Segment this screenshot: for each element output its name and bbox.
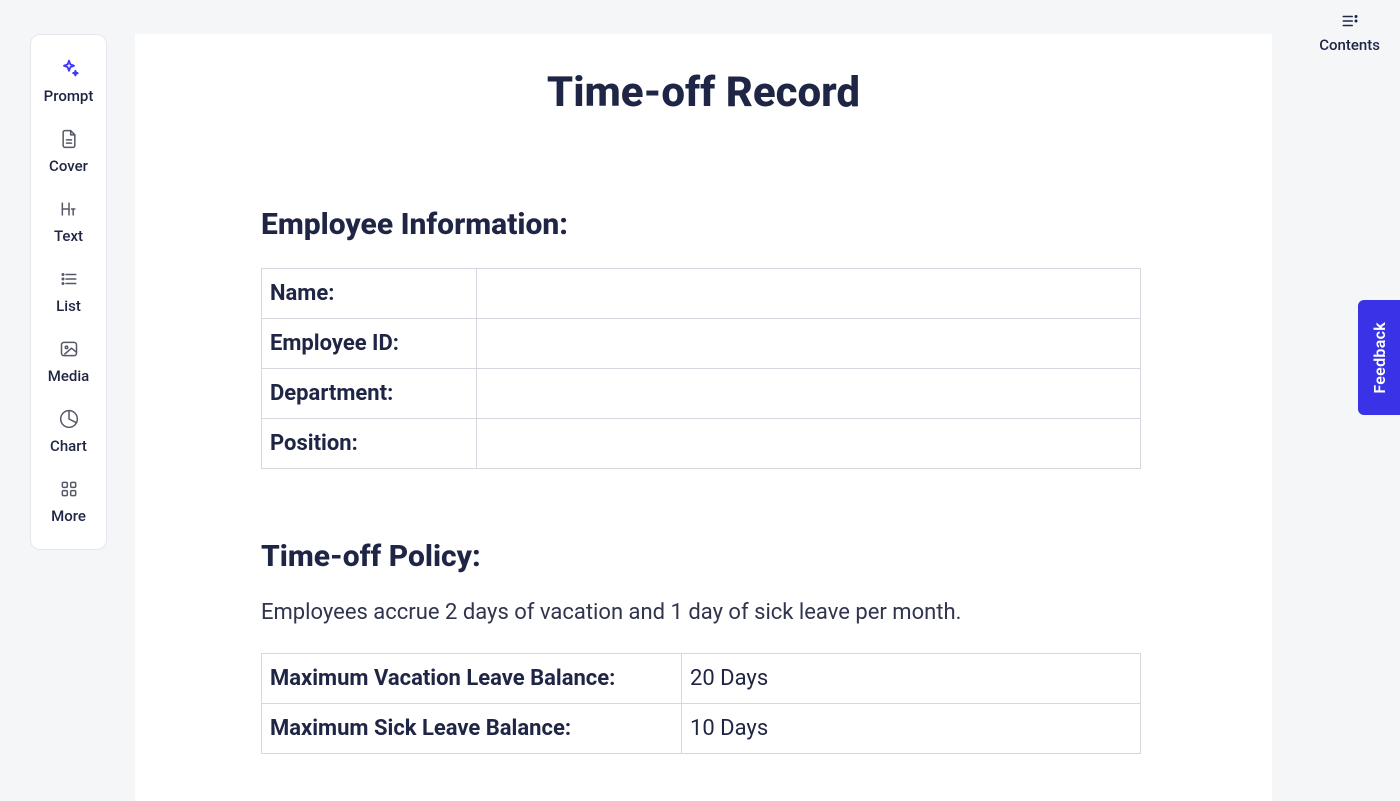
sidebar-item-label: More xyxy=(51,507,86,525)
document-body: Employee Information: Name: Employee ID:… xyxy=(261,207,1141,754)
contents-label: Contents xyxy=(1319,36,1380,54)
sidebar-item-label: Cover xyxy=(49,157,88,175)
contents-icon xyxy=(1339,10,1361,32)
sidebar-item-prompt[interactable]: Prompt xyxy=(31,47,106,117)
sparkle-icon xyxy=(57,57,81,81)
document-inner: Time-off Record Employee Information: Na… xyxy=(135,34,1272,754)
sidebar-item-label: Chart xyxy=(50,437,87,455)
table-cell-key: Employee ID: xyxy=(262,319,477,369)
sidebar-item-label: List xyxy=(56,297,81,315)
table-cell-key: Maximum Vacation Leave Balance: xyxy=(262,654,682,704)
image-icon xyxy=(57,337,81,361)
sidebar-item-cover[interactable]: Cover xyxy=(31,117,106,187)
feedback-tab[interactable]: Feedback xyxy=(1358,300,1400,415)
table-row[interactable]: Department: xyxy=(262,369,1141,419)
policy-heading: Time-off Policy: xyxy=(261,539,1141,574)
pie-chart-icon xyxy=(57,407,81,431)
sidebar-item-media[interactable]: Media xyxy=(31,327,106,397)
table-cell-key: Name: xyxy=(262,269,477,319)
sidebar-item-list[interactable]: List xyxy=(31,257,106,327)
table-cell-value xyxy=(477,269,1141,319)
sidebar-item-more[interactable]: More xyxy=(31,467,106,537)
table-row[interactable]: Employee ID: xyxy=(262,319,1141,369)
table-cell-value xyxy=(477,369,1141,419)
table-cell-key: Department: xyxy=(262,369,477,419)
document-title: Time-off Record xyxy=(135,68,1272,117)
table-row[interactable]: Position: xyxy=(262,419,1141,469)
left-sidebar: Prompt Cover xyxy=(30,34,107,550)
table-cell-value: 10 Days xyxy=(682,704,1141,754)
app-root: Prompt Cover xyxy=(0,0,1400,801)
employee-info-heading: Employee Information: xyxy=(261,207,1141,242)
sidebar-item-label: Text xyxy=(54,227,83,245)
contents-nav[interactable]: Contents xyxy=(1319,10,1380,54)
sidebar-item-chart[interactable]: Chart xyxy=(31,397,106,467)
table-cell-value xyxy=(477,319,1141,369)
page-icon xyxy=(57,127,81,151)
feedback-label: Feedback xyxy=(1370,322,1389,394)
heading-icon xyxy=(57,197,81,221)
policy-description: Employees accrue 2 days of vacation and … xyxy=(261,600,1141,625)
table-row[interactable]: Maximum Vacation Leave Balance: 20 Days xyxy=(262,654,1141,704)
sidebar-item-label: Prompt xyxy=(44,87,94,105)
table-row[interactable]: Maximum Sick Leave Balance: 10 Days xyxy=(262,704,1141,754)
table-row[interactable]: Name: xyxy=(262,269,1141,319)
employee-info-table: Name: Employee ID: Department: Position: xyxy=(261,268,1141,469)
sidebar-item-text[interactable]: Text xyxy=(31,187,106,257)
table-cell-value: 20 Days xyxy=(682,654,1141,704)
table-cell-key: Position: xyxy=(262,419,477,469)
list-icon xyxy=(57,267,81,291)
grid-icon xyxy=(57,477,81,501)
policy-table: Maximum Vacation Leave Balance: 20 Days … xyxy=(261,653,1141,754)
document-canvas[interactable]: Time-off Record Employee Information: Na… xyxy=(135,34,1272,801)
table-cell-value xyxy=(477,419,1141,469)
table-cell-key: Maximum Sick Leave Balance: xyxy=(262,704,682,754)
sidebar-item-label: Media xyxy=(48,367,90,385)
